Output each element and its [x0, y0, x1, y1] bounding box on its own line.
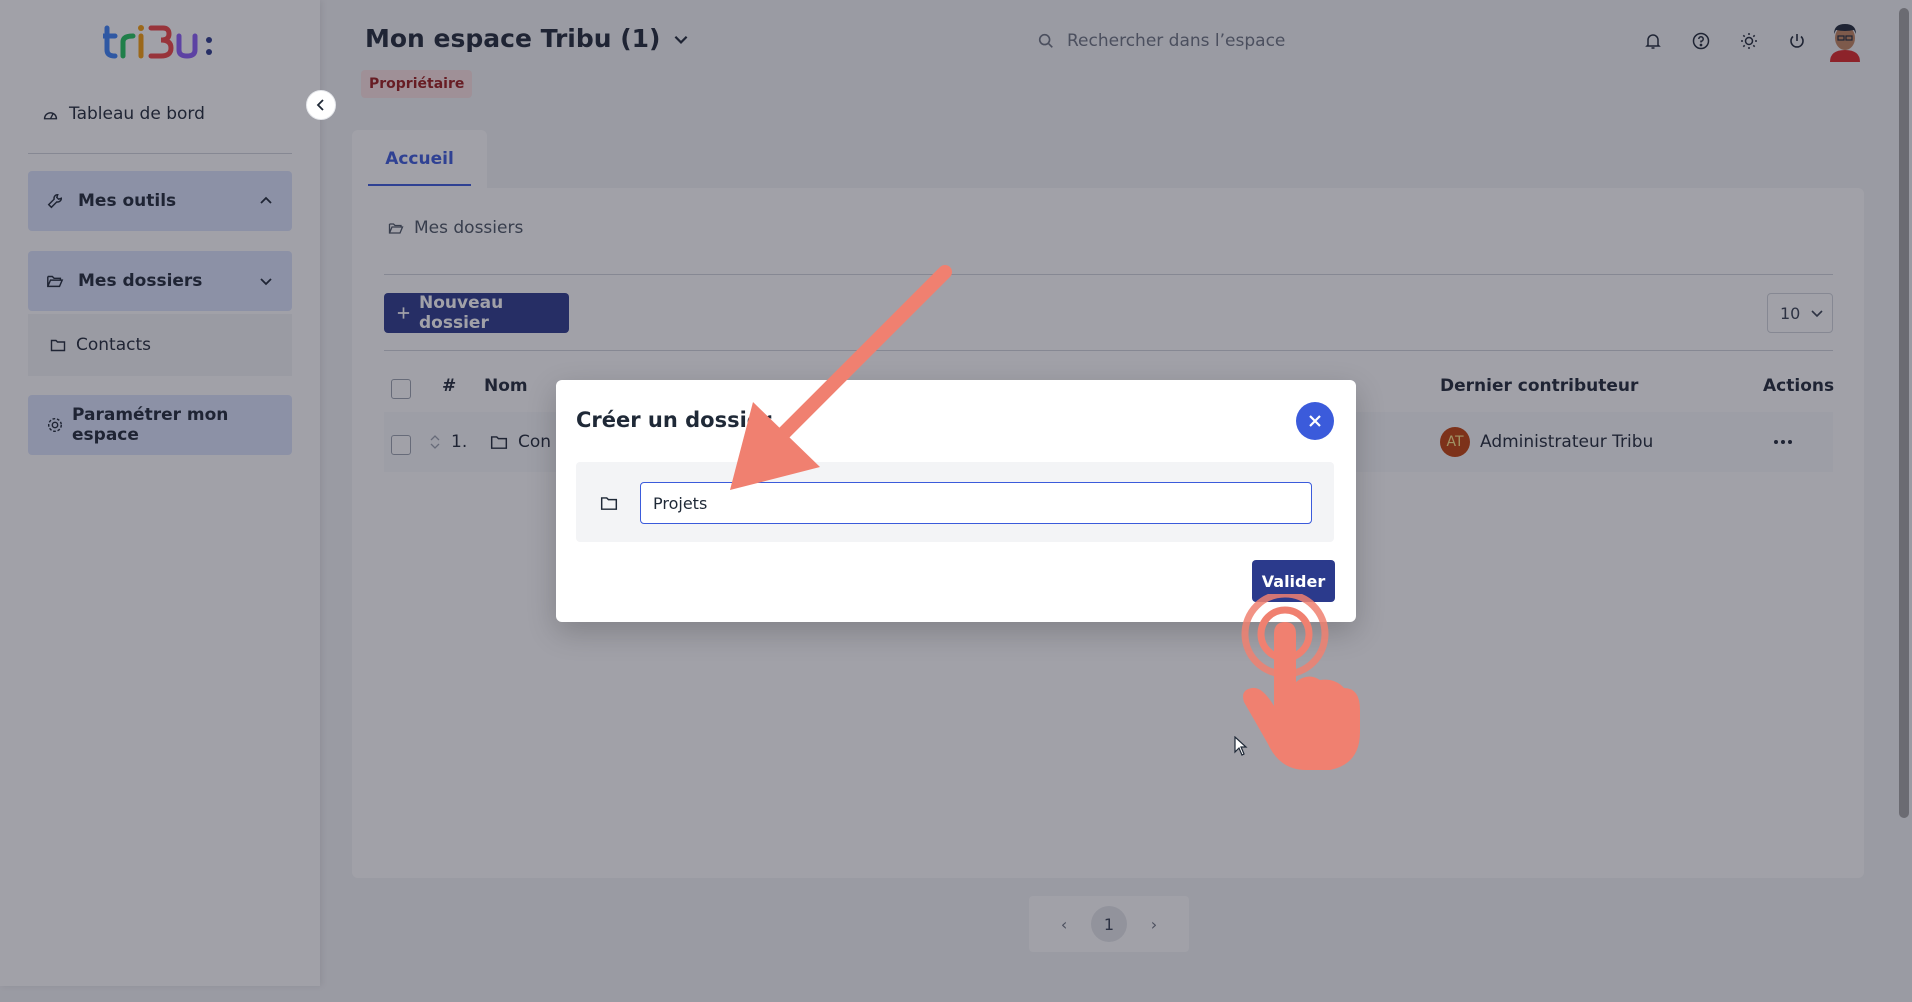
chevron-left-icon [316, 99, 324, 111]
folder-name-input[interactable] [640, 482, 1312, 524]
create-folder-dialog: Créer un dossier Valider [556, 380, 1356, 622]
close-button[interactable] [1296, 402, 1334, 440]
validate-button[interactable]: Valider [1252, 560, 1335, 602]
mouse-cursor-icon [1234, 736, 1248, 756]
close-icon [1309, 415, 1321, 427]
folder-icon [600, 497, 618, 510]
dialog-title: Créer un dossier [576, 408, 772, 432]
sidebar-collapse-button[interactable] [306, 90, 336, 120]
dialog-form [576, 462, 1334, 542]
